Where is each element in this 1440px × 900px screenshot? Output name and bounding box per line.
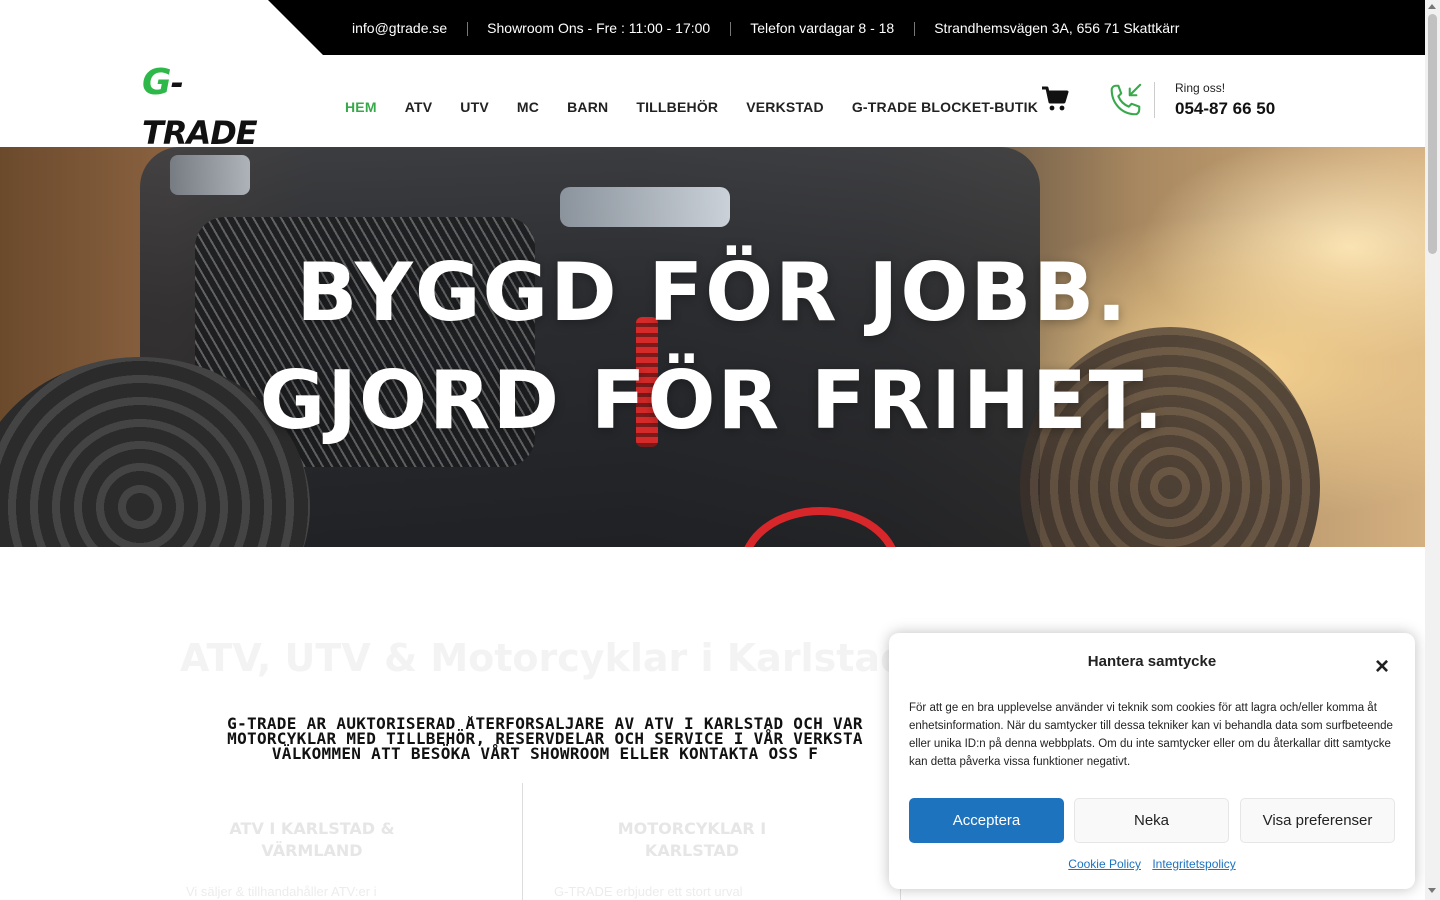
phone-text: Ring oss! 054-87 66 50	[1175, 81, 1275, 119]
topbar-showroom-hours: Showroom Ons - Fre : 11:00 - 17:00	[467, 20, 730, 36]
call-label: Ring oss!	[1175, 81, 1226, 95]
hero-headline-line1: BYGGD FÖR JOBB.	[296, 246, 1129, 339]
preferences-button[interactable]: Visa preferenser	[1240, 798, 1395, 843]
column-text-mc: G-TRADE erbjuder ett stort urval	[554, 884, 743, 899]
accept-button[interactable]: Acceptera	[909, 798, 1064, 843]
topbar-email[interactable]: info@gtrade.se	[332, 20, 467, 36]
topbar-phone-hours: Telefon vardagar 8 - 18	[730, 20, 914, 36]
column-title-line: KARLSTAD	[644, 841, 740, 860]
column-title-line: MOTORCYKLAR I	[617, 819, 767, 838]
phone-divider	[1154, 82, 1155, 118]
nav-item-hem[interactable]: HEM	[345, 99, 377, 115]
scroll-down-arrow-icon[interactable]	[1428, 888, 1436, 893]
call-us-block[interactable]: Ring oss! 054-87 66 50	[1106, 81, 1275, 119]
top-info-bar: info@gtrade.se Showroom Ons - Fre : 11:0…	[0, 0, 1425, 55]
column-title-line: VÄRMLAND	[261, 841, 363, 860]
column-divider	[522, 783, 523, 900]
column-title-mc: MOTORCYKLAR I KARLSTAD	[592, 818, 792, 862]
hero-banner: BYGGD FÖR JOBB. GJORD FÖR FRIHET.	[0, 147, 1425, 547]
topbar-address: Strandhemsvägen 3A, 656 71 Skattkärr	[914, 20, 1199, 36]
scrollbar-thumb[interactable]	[1428, 14, 1437, 254]
deny-button[interactable]: Neka	[1074, 798, 1229, 843]
logo-g: G	[142, 62, 172, 103]
site-logo[interactable]: G-TRADE	[142, 58, 287, 152]
call-number[interactable]: 054-87 66 50	[1175, 99, 1275, 119]
cookie-links: Cookie Policy Integritetspolicy	[889, 857, 1415, 871]
cookie-policy-link[interactable]: Cookie Policy	[1068, 857, 1141, 871]
column-title-atv: ATV I KARLSTAD & VÄRMLAND	[212, 818, 412, 862]
cookie-consent-dialog: Hantera samtycke × För att ge en bra upp…	[889, 633, 1415, 889]
intro-text: G-TRADE ÄR AUKTORISERAD ÅTERFÖRSÄLJARE A…	[190, 716, 900, 761]
hero-headlight-right	[560, 187, 730, 227]
scroll-up-arrow-icon[interactable]	[1428, 4, 1436, 9]
column-title-line: ATV I KARLSTAD &	[229, 819, 395, 838]
nav-item-tillbehor[interactable]: TILLBEHÖR	[636, 99, 718, 115]
cookie-dialog-title: Hantera samtycke	[1087, 653, 1217, 670]
hero-headlight-left	[170, 155, 250, 195]
site-header: G-TRADE HEM ATV UTV MC BARN TILLBEHÖR VE…	[0, 55, 1425, 152]
hero-headline-line2: GJORD FÖR FRIHET.	[259, 354, 1166, 447]
nav-item-utv[interactable]: UTV	[460, 99, 489, 115]
nav-item-blocket-butik[interactable]: G-TRADE BLOCKET-BUTIK	[852, 99, 1038, 115]
nav-item-verkstad[interactable]: VERKSTAD	[746, 99, 824, 115]
phone-incoming-icon	[1110, 83, 1142, 116]
nav-item-barn[interactable]: BARN	[567, 99, 608, 115]
main-nav: HEM ATV UTV MC BARN TILLBEHÖR VERKSTAD G…	[345, 99, 1066, 115]
top-info-items: info@gtrade.se Showroom Ons - Fre : 11:0…	[332, 0, 1199, 55]
section-title: ATV, UTV & Motorcyklar i Karlstad	[180, 636, 908, 680]
cookie-dialog-text: För att ge en bra upplevelse använder vi…	[909, 702, 1393, 768]
nav-item-atv[interactable]: ATV	[405, 99, 433, 115]
intro-line: VÄLKOMMEN ATT BESÖKA VÅRT SHOWROOM ELLER…	[271, 744, 819, 762]
privacy-policy-link[interactable]: Integritetspolicy	[1152, 857, 1235, 871]
column-text-atv: Vi säljer & tillhandahåller ATV:er i	[186, 884, 377, 899]
page-scrollbar[interactable]	[1425, 0, 1440, 900]
close-icon[interactable]: ×	[1375, 655, 1389, 679]
cart-icon[interactable]	[1040, 83, 1070, 113]
nav-item-mc[interactable]: MC	[517, 99, 539, 115]
